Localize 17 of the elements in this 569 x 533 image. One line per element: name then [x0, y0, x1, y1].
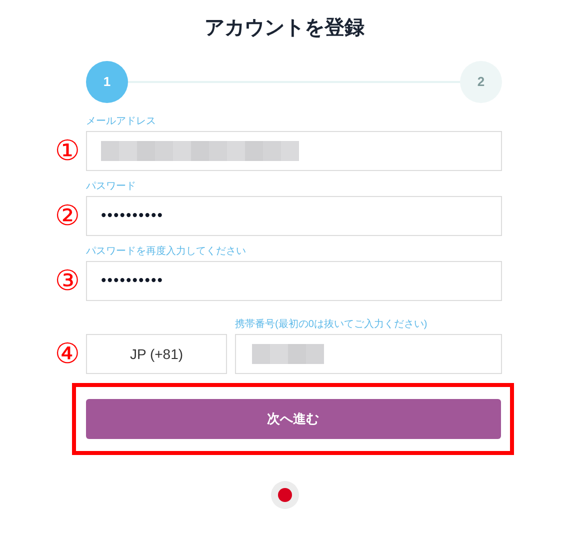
annotation-number: ④	[54, 340, 80, 368]
field-label: 携帯番号(最初の0は抜いてご入力ください)	[235, 318, 428, 332]
field-label: メールアドレス	[86, 115, 157, 129]
phone-field[interactable]	[235, 334, 502, 374]
country-code-field[interactable]: JP (+81)	[86, 334, 227, 374]
field-label: パスワード	[86, 180, 137, 194]
japan-flag-icon[interactable]	[270, 481, 298, 509]
input-field[interactable]: ••••••••••	[86, 261, 502, 301]
annotation-number: ②	[54, 202, 80, 230]
input-field[interactable]	[86, 131, 502, 171]
field-label: パスワードを再度入力してください	[86, 245, 247, 259]
next-button[interactable]: 次へ進む	[86, 399, 500, 439]
annotation-number: ③	[54, 267, 80, 295]
annotation-number: ①	[54, 137, 80, 165]
input-field[interactable]: ••••••••••	[86, 196, 502, 236]
page-title: アカウントを登録	[204, 16, 364, 41]
redacted-value-icon	[101, 141, 299, 161]
